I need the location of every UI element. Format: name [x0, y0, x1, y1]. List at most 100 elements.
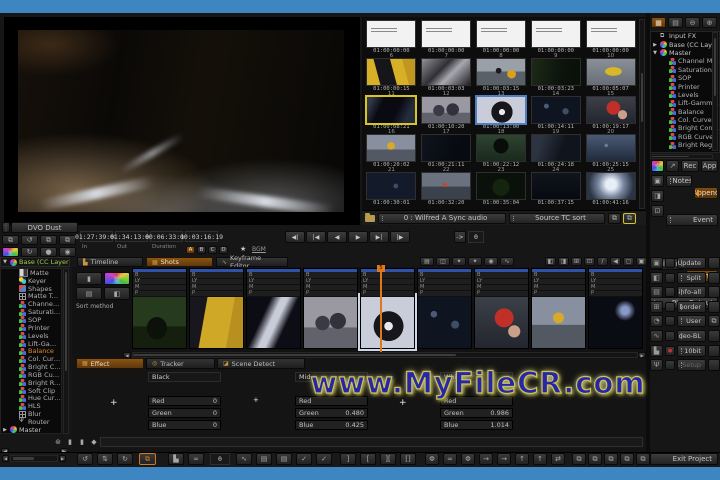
fx-tree-item[interactable]: Printer	[651, 82, 719, 91]
extra-icon[interactable]	[708, 271, 720, 284]
step-back-button[interactable]: ◀|	[285, 231, 305, 243]
browser-scrollbar[interactable]	[639, 19, 645, 209]
thumbnail-image[interactable]	[421, 20, 472, 48]
timeline-clip[interactable]: B LY M P	[189, 268, 244, 351]
timeline-clip[interactable]: B LY M P	[531, 268, 586, 351]
thumbnail-image[interactable]	[475, 172, 526, 200]
extra-icon[interactable]	[708, 344, 720, 357]
extra-icon[interactable]: ⧉	[708, 315, 720, 328]
copy3-icon[interactable]: ⧉	[604, 453, 618, 465]
fx-tree-item[interactable]: ▶ Master	[1, 426, 61, 433]
clip-track-header[interactable]: B LY M P	[360, 268, 415, 297]
play-button[interactable]: ▶	[348, 231, 368, 243]
arrow-right-icon[interactable]: →	[479, 453, 493, 465]
fx-tree-item[interactable]: Balance	[1, 347, 61, 355]
list-view-icon[interactable]: ▤	[668, 17, 683, 28]
record-dot-icon[interactable]	[665, 301, 675, 312]
link-icon[interactable]: ∞	[188, 453, 204, 465]
black-blue-row[interactable]: Blue 0	[148, 420, 221, 430]
undo-grade-icon[interactable]: ↺	[21, 235, 38, 245]
fx-tree-item[interactable]: Col. Curves	[1, 355, 61, 363]
copy-grade-icon[interactable]: ⧉	[2, 235, 19, 245]
thumbnail-image[interactable]	[475, 58, 526, 86]
play-reverse-button[interactable]: ◀	[327, 231, 347, 243]
tool-icon[interactable]: ▤	[650, 286, 663, 299]
record-dot-icon[interactable]	[665, 272, 675, 283]
browser-cell[interactable]: 01:00:20:02 21	[364, 133, 419, 173]
timeline-clip[interactable]: B LY M P	[246, 268, 301, 351]
thumbnail-image[interactable]	[585, 96, 636, 124]
extra-icon[interactable]	[708, 300, 720, 313]
timeline-clip[interactable]: B LY M P	[474, 268, 529, 351]
star-icon[interactable]: ★	[240, 245, 246, 253]
browser-cell[interactable]: 01:00:14:11 19	[528, 95, 583, 135]
shot-bw-icon[interactable]: ◧	[104, 287, 130, 300]
record-dot-icon[interactable]	[665, 330, 675, 341]
audio-sync-dropdown[interactable]: 0 : Wilfred A Sync audio	[378, 212, 506, 224]
clip-thumbnail[interactable]	[303, 295, 358, 349]
full-icon[interactable]: ▣	[636, 257, 647, 266]
clip-track-header[interactable]: B LY M P	[474, 268, 529, 297]
plugin-button[interactable]: DVO Dust	[11, 222, 78, 233]
preview-icon[interactable]: ⊡	[651, 205, 664, 217]
dot-tool-icon[interactable]: ◉	[484, 257, 498, 266]
position-field[interactable]: 00:03:16:19	[180, 231, 223, 242]
mono-icon[interactable]: ▢	[623, 257, 634, 266]
tool-button[interactable]: 10bit	[677, 344, 706, 357]
apply-check-icon[interactable]: ✓	[296, 453, 312, 465]
mark-in-icon[interactable]: [	[360, 453, 376, 465]
browser-cell[interactable]: 01:00:00:00 9	[528, 19, 583, 59]
fx-tree-item[interactable]: Matte Tools	[1, 293, 61, 300]
fx-tree-item[interactable]: Levels	[651, 91, 719, 99]
auto-copy-button[interactable]: ⧉	[139, 453, 156, 465]
thumbnail-image[interactable]	[366, 134, 417, 162]
timeline-clip[interactable]: B LY M P	[132, 268, 187, 351]
browser-cell[interactable]: 01:00:41:16	[583, 171, 638, 209]
folder-icon[interactable]	[365, 212, 375, 222]
tab-effect[interactable]: ▦ Effect	[76, 358, 144, 369]
tool-icon[interactable]: ▣	[650, 257, 663, 269]
browser-cell[interactable]: 01:00:00:00 7	[419, 19, 474, 59]
redo-grade-icon[interactable]: ↻	[21, 247, 38, 257]
sort-mode-dropdown[interactable]: Source TC sort	[509, 212, 605, 224]
ruler-icon[interactable]: ▤	[420, 257, 434, 266]
clip-thumbnail[interactable]	[474, 295, 529, 349]
fx-tree-item[interactable]: Matte	[1, 269, 61, 277]
left-tree-scrollbar[interactable]	[63, 268, 69, 434]
up-icon[interactable]: ↑	[515, 453, 529, 465]
bank-button[interactable]: D	[219, 246, 228, 254]
timeline-clip[interactable]: B LY M P	[303, 268, 358, 351]
fx-tree-item[interactable]: Lift-Gamma-Gain	[1, 340, 61, 347]
clip-track-header[interactable]: B LY M P	[303, 268, 358, 297]
fx-tree-item[interactable]: Levels	[1, 332, 61, 340]
tab-shots[interactable]: ▦ Shots	[146, 257, 213, 267]
copy1-icon[interactable]: ⧉	[572, 453, 586, 465]
timeline-clip[interactable]: B LY M P	[417, 268, 472, 351]
monitor-b-icon[interactable]: ◨	[558, 257, 569, 266]
tool-button[interactable]: User	[677, 315, 706, 328]
tab-keyframe-editor[interactable]: ∿ Keyframe Editor	[216, 254, 288, 270]
apply-check-red-icon[interactable]: ✓	[316, 453, 332, 465]
thumbnail-image[interactable]	[475, 20, 526, 48]
record-off-icon[interactable]: ●	[40, 247, 57, 257]
curve-tool-icon[interactable]: ∿	[500, 257, 514, 266]
bank-button[interactable]: C	[208, 246, 217, 254]
trim-right-icon[interactable]: Φ	[461, 453, 475, 465]
zoom-in-icon[interactable]: ⊕	[702, 17, 717, 28]
mid-blue-row[interactable]: Blue 0.425	[295, 420, 368, 430]
browser-cell[interactable]: 01:00:19:17 20	[583, 95, 638, 135]
white-blue-row[interactable]: Blue 1.014	[440, 420, 513, 430]
thumbnail-image[interactable]	[421, 134, 472, 162]
playhead[interactable]	[380, 266, 382, 352]
extra-icon[interactable]	[708, 359, 720, 372]
fx-tree-item[interactable]: Saturation	[651, 66, 719, 74]
expand-arrow-icon[interactable]: ▶	[652, 42, 658, 48]
shot-list-icon[interactable]: ▤	[76, 287, 102, 300]
copy-dim-icon[interactable]: ⧉	[59, 235, 76, 245]
fx-tree-item[interactable]: Hue Curves	[1, 395, 61, 402]
tool-icon[interactable]: ◧	[650, 271, 663, 284]
thumbnail-image[interactable]	[530, 58, 581, 86]
fx-tree-item[interactable]: Bright Regions	[651, 141, 719, 149]
hscroll-left-icon[interactable]: ◀	[2, 455, 9, 462]
thumbnail-image[interactable]	[475, 134, 526, 162]
